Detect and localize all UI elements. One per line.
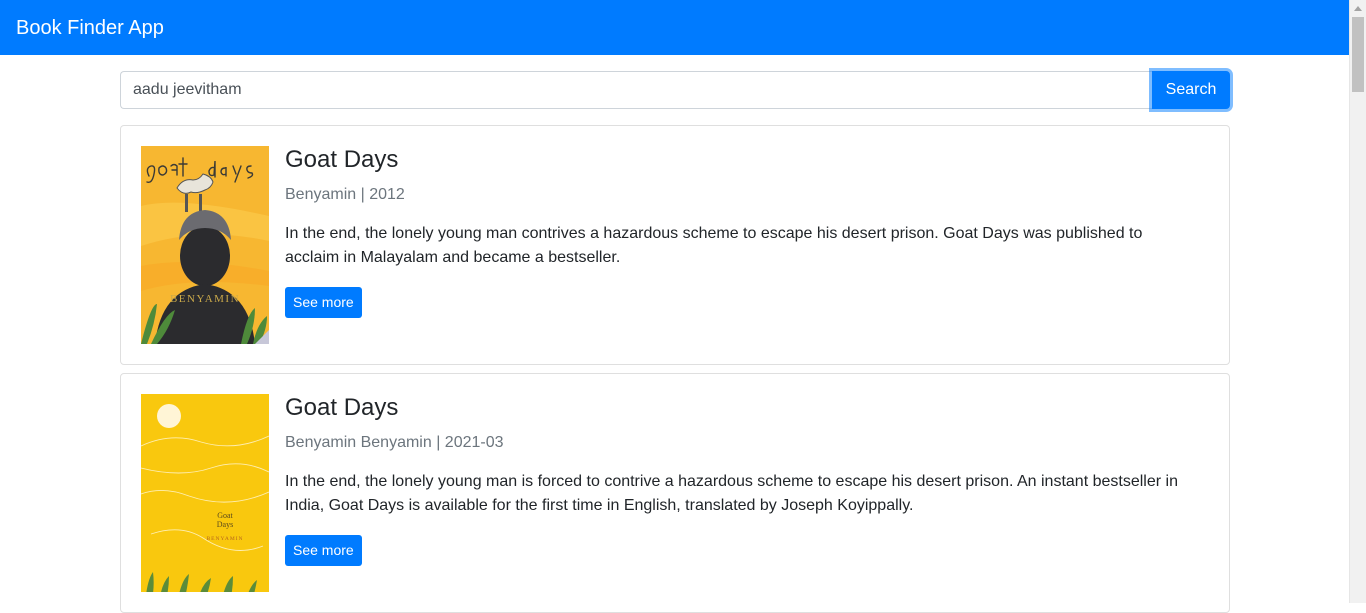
search-button[interactable]: Search [1152,71,1230,109]
book-cover-image: BENYAMIN [141,146,269,344]
book-details: Goat Days Benyamin Benyamin | 2021-03 In… [285,394,1189,566]
navbar: Book Finder App [0,0,1349,55]
book-cover-image: Goat Days BENYAMIN [141,394,269,592]
svg-text:Days: Days [217,520,233,529]
svg-text:Goat: Goat [217,511,233,520]
see-more-button[interactable]: See more [285,287,362,318]
book-card: BENYAMIN Goat Days Benyamin | 2012 In th… [120,125,1230,365]
book-description: In the end, the lonely young man contriv… [285,225,1143,266]
search-input[interactable] [120,71,1152,109]
svg-text:BENYAMIN: BENYAMIN [206,536,243,542]
book-author-year: Benyamin Benyamin | 2021-03 [285,434,504,451]
search-bar: Search [120,71,1230,109]
scroll-up-arrow-icon[interactable] [1350,0,1366,17]
book-details: Goat Days Benyamin | 2012 In the end, th… [285,146,1189,318]
book-title: Goat Days [285,394,399,421]
book-author-year: Benyamin | 2012 [285,186,405,203]
book-title: Goat Days [285,146,399,173]
app-brand[interactable]: Book Finder App [16,18,164,38]
book-description: In the end, the lonely young man is forc… [285,473,1178,514]
page-scrollbar[interactable] [1349,0,1366,603]
book-card: Goat Days BENYAMIN Goat Days Benyamin Be… [120,373,1230,613]
scrollbar-thumb[interactable] [1352,17,1364,92]
see-more-button[interactable]: See more [285,535,362,566]
svg-text:BENYAMIN: BENYAMIN [170,293,240,305]
